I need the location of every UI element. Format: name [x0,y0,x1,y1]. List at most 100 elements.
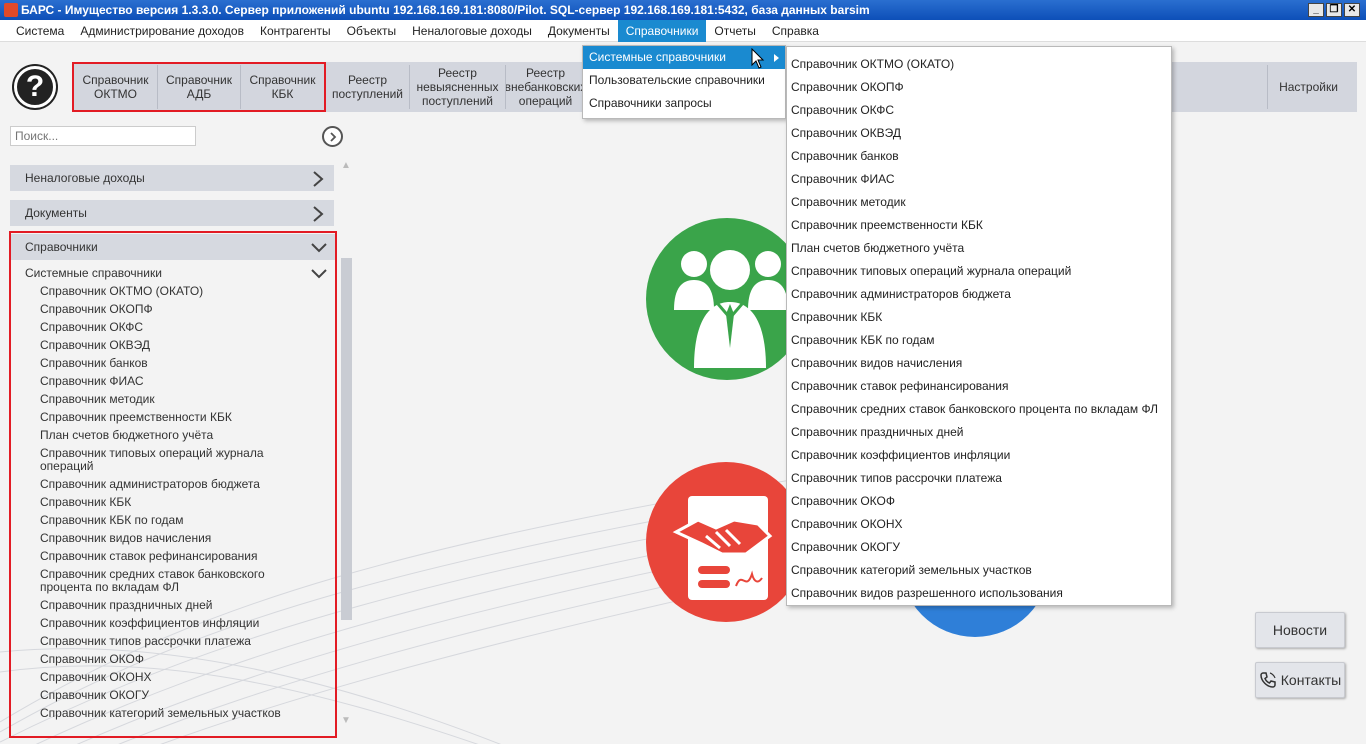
restore-button[interactable]: ❐ [1326,3,1342,17]
menu-query-references[interactable]: Справочники запросы [583,92,785,115]
menu-documents[interactable]: Документы [540,20,618,42]
list-item[interactable]: Справочник видов начисления [40,532,300,545]
submenu-item[interactable]: Справочник типовых операций журнала опер… [787,260,1171,283]
submenu-item[interactable]: Справочник категорий земельных участков [787,559,1171,582]
menu-help[interactable]: Справка [764,20,827,42]
close-button[interactable]: ✕ [1344,3,1360,17]
list-item[interactable]: Справочник ОКОФ [40,653,300,666]
chevron-right-icon [313,171,324,187]
list-item[interactable]: Справочник средних ставок банковского пр… [40,568,300,594]
phone-icon [1259,672,1276,688]
menu-revenue-admin[interactable]: Администрирование доходов [72,20,252,42]
minimize-button[interactable]: _ [1308,3,1324,17]
submenu-item[interactable]: Справочник видов начисления [787,352,1171,375]
chevron-down-icon [311,243,327,253]
scroll-down-icon[interactable]: ▼ [341,715,351,726]
list-item[interactable]: Справочник методик [40,393,300,406]
submenu-item[interactable]: План счетов бюджетного учёта [787,237,1171,260]
menu-reports[interactable]: Отчеты [706,20,763,42]
submenu-arrow-icon [774,54,779,62]
nav-documents[interactable]: Документы [10,200,334,226]
list-item[interactable]: План счетов бюджетного учёта [40,429,300,442]
submenu-item[interactable]: Справочник средних ставок банковского пр… [787,398,1171,421]
contract-icon[interactable] [646,462,806,622]
list-item[interactable]: Справочник ОКФС [40,321,300,334]
nav-nontax-label: Неналоговые доходы [25,171,145,185]
list-item[interactable]: Справочник категорий земельных участков [40,707,300,720]
tb-kbk-button[interactable]: Справочник КБК [241,65,324,109]
news-button[interactable]: Новости [1255,612,1345,648]
search-input[interactable] [10,126,196,146]
submenu-item[interactable]: Справочник видов разрешенного использова… [787,582,1171,605]
contacts-button[interactable]: Контакты [1255,662,1345,698]
list-item[interactable]: Справочник ФИАС [40,375,300,388]
submenu-item[interactable]: Справочник КБК по годам [787,329,1171,352]
list-item[interactable]: Справочник КБК [40,496,300,509]
scrollbar-thumb[interactable] [341,258,352,620]
tb-unclear-receipts-button[interactable]: Реестр невыясненных поступлений [410,65,506,109]
list-item[interactable]: Справочник ОКВЭД [40,339,300,352]
submenu-item[interactable]: Справочник ОКОФ [787,490,1171,513]
submenu-item[interactable]: Справочник коэффициентов инфляции [787,444,1171,467]
menu-nontax[interactable]: Неналоговые доходы [404,20,540,42]
nav-system-references[interactable]: Системные справочники [11,263,335,283]
submenu-item[interactable]: Справочник преемственности КБК [787,214,1171,237]
tb-receipts-button[interactable]: Реестр поступлений [326,65,410,109]
list-item[interactable]: Справочник КБК по годам [40,514,300,527]
list-item[interactable]: Справочник банков [40,357,300,370]
help-icon[interactable]: ? [14,66,56,108]
list-item[interactable]: Справочник ОКТМО (ОКАТО) [40,285,300,298]
submenu-item[interactable]: Справочник ОКОПФ [787,76,1171,99]
menu-system[interactable]: Система [8,20,72,42]
tb-adb-button[interactable]: Справочник АДБ [158,65,241,109]
submenu-item[interactable]: Справочник банков [787,145,1171,168]
submenu-item[interactable]: Справочник ОКФС [787,99,1171,122]
list-item[interactable]: Справочник ставок рефинансирования [40,550,300,563]
submenu-item[interactable]: Справочник ОКОНХ [787,513,1171,536]
employees-icon[interactable] [646,218,808,380]
menu-counterparties[interactable]: Контрагенты [252,20,339,42]
references-panel: Справочники Системные справочники Справо… [9,231,337,738]
mouse-cursor-icon [751,48,765,69]
submenu-item[interactable]: Справочник ставок рефинансирования [787,375,1171,398]
menu-user-references[interactable]: Пользовательские справочники [583,69,785,92]
nav-nontax[interactable]: Неналоговые доходы [10,165,334,191]
scroll-up-icon[interactable]: ▲ [341,160,351,171]
nav-documents-label: Документы [25,206,87,220]
list-item[interactable]: Справочник преемственности КБК [40,411,300,424]
list-item[interactable]: Справочник ОКОГУ [40,689,300,702]
submenu-item[interactable]: Справочник ОКОГУ [787,536,1171,559]
submenu-item[interactable]: Справочник ФИАС [787,168,1171,191]
list-item[interactable]: Справочник администраторов бюджета [40,478,300,491]
menu-references[interactable]: Справочники [617,19,707,42]
list-item[interactable]: Справочник праздничных дней [40,599,300,612]
list-item[interactable]: Справочник ОКОПФ [40,303,300,316]
menu-objects[interactable]: Объекты [339,20,405,42]
chevron-right-icon [313,206,324,222]
window-controls: _ ❐ ✕ [1308,3,1360,17]
submenu-item[interactable]: Справочник типов рассрочки платежа [787,467,1171,490]
menu-system-references-label: Системные справочники [589,50,726,64]
toolbar-right: Настройки [1267,62,1349,112]
submenu-item[interactable]: Справочник праздничных дней [787,421,1171,444]
list-item[interactable]: Справочник типовых операций журнала опер… [40,447,300,473]
list-item[interactable]: Справочник коэффициентов инфляции [40,617,300,630]
menu-bar: Система Администрирование доходов Контра… [0,19,1366,42]
list-item[interactable]: Справочник ОКОНХ [40,671,300,684]
list-item[interactable]: Справочник типов рассрочки платежа [40,635,300,648]
tb-settings-button[interactable]: Настройки [1267,65,1349,109]
submenu-item[interactable]: Справочник методик [787,191,1171,214]
nav-references[interactable]: Справочники [11,234,335,260]
title-bar: БАРС - Имущество версия 1.3.3.0. Сервер … [0,0,1366,20]
submenu-item[interactable]: Справочник администраторов бюджета [787,283,1171,306]
nav-references-label: Справочники [25,240,98,254]
contacts-label: Контакты [1280,672,1342,688]
submenu-item[interactable]: Справочник ОКВЭД [787,122,1171,145]
app-icon [4,3,18,17]
submenu-item[interactable]: Справочник ОКТМО (ОКАТО) [787,53,1171,76]
references-list: Справочник ОКТМО (ОКАТО) Справочник ОКОП… [40,285,300,725]
submenu-item[interactable]: Справочник КБК [787,306,1171,329]
tb-offbank-ops-button[interactable]: Реестр внебанковских операций [506,65,586,109]
search-go-icon[interactable] [322,126,343,147]
tb-oktmo-button[interactable]: Справочник ОКТМО [74,65,158,109]
